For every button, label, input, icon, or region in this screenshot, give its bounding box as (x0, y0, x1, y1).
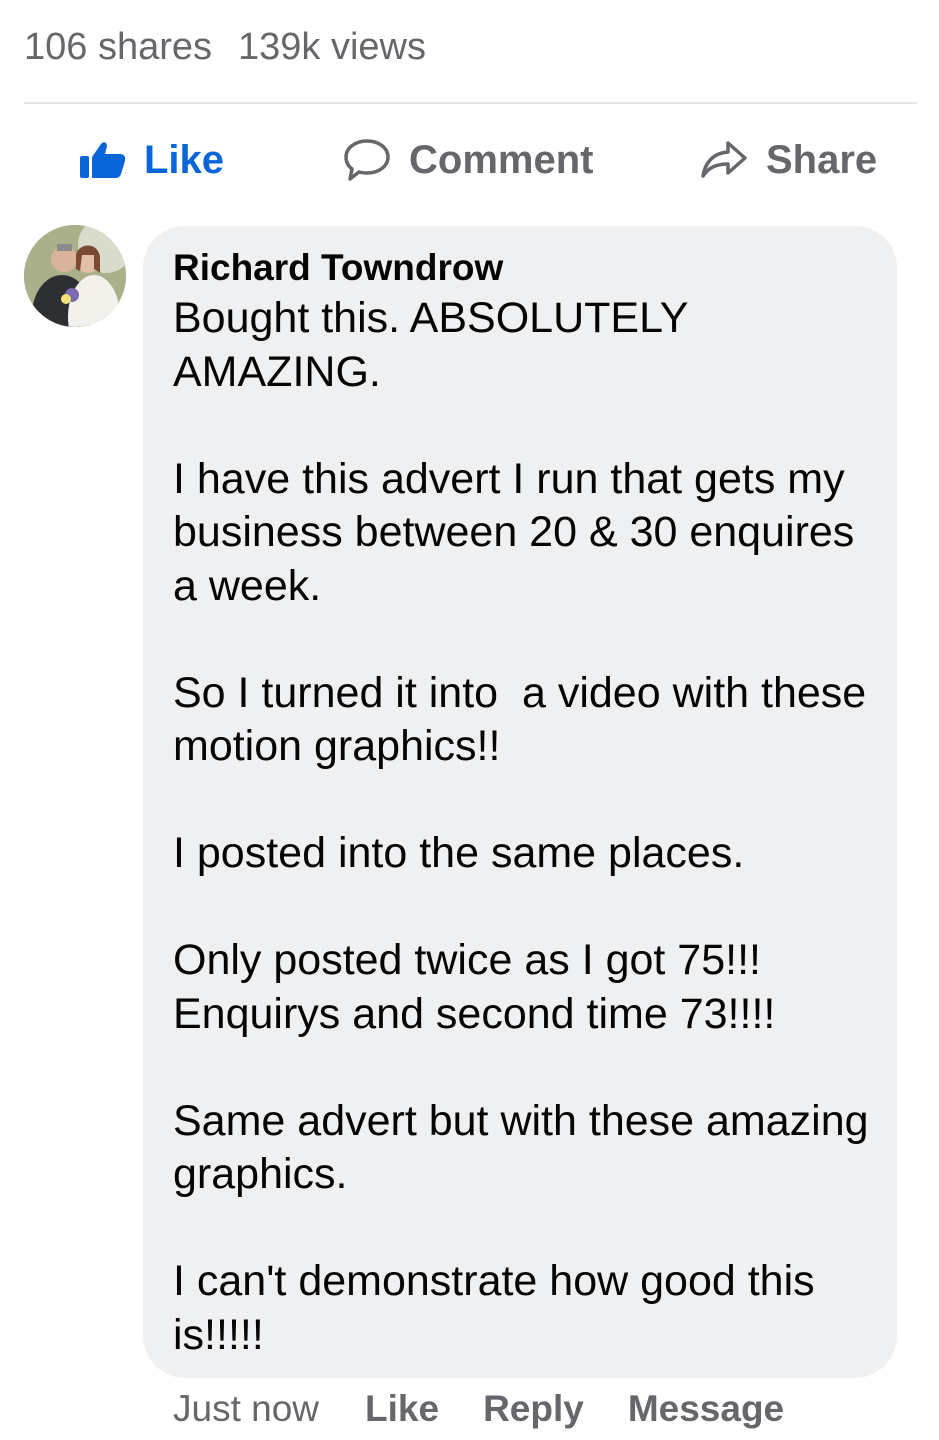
comment-reply-link[interactable]: Reply (483, 1388, 584, 1430)
comment-text: Bought this. ABSOLUTELY AMAZING. I have … (173, 292, 888, 1362)
comment-label: Comment (409, 137, 594, 182)
avatar[interactable] (24, 225, 126, 327)
share-label: Share (766, 137, 878, 182)
views-count: 139k views (238, 26, 426, 68)
comment-like-link[interactable]: Like (365, 1388, 439, 1430)
comment-meta: Just now Like Reply Message (173, 1384, 828, 1434)
post-action-bar: Like Comment Share (0, 120, 939, 200)
comment-paragraph: Bought this. ABSOLUTELY AMAZING. (173, 294, 688, 396)
comment-paragraph: So I turned it into a video with these m… (173, 668, 879, 771)
comment-author[interactable]: Richard Towndrow (173, 247, 503, 289)
comment-message-link[interactable]: Message (628, 1388, 784, 1430)
comment-paragraph: I have this advert I run that gets my bu… (173, 454, 855, 610)
comment-paragraph: I can't demonstrate how good this is!!!!… (173, 1257, 815, 1359)
share-icon (700, 139, 748, 181)
divider (24, 102, 917, 104)
avatar-photo-icon (24, 225, 126, 327)
comment-button[interactable]: Comment (343, 120, 593, 200)
comment-paragraph: I posted into the same places. (173, 829, 745, 877)
like-label: Like (144, 137, 225, 182)
share-button[interactable]: Share (700, 120, 877, 200)
shares-count[interactable]: 106 shares (24, 26, 212, 68)
comment-paragraph: Same advert but with these amazing graph… (173, 1096, 869, 1199)
like-button[interactable]: Like (78, 120, 224, 200)
comment-paragraph: Only posted twice as I got 75!!! Enquiry… (173, 936, 776, 1038)
comment-timestamp: Just now (173, 1388, 320, 1429)
thumbs-up-icon (78, 140, 126, 180)
comment-icon (343, 138, 391, 182)
post-stats: 106 shares 139k views (24, 26, 452, 69)
